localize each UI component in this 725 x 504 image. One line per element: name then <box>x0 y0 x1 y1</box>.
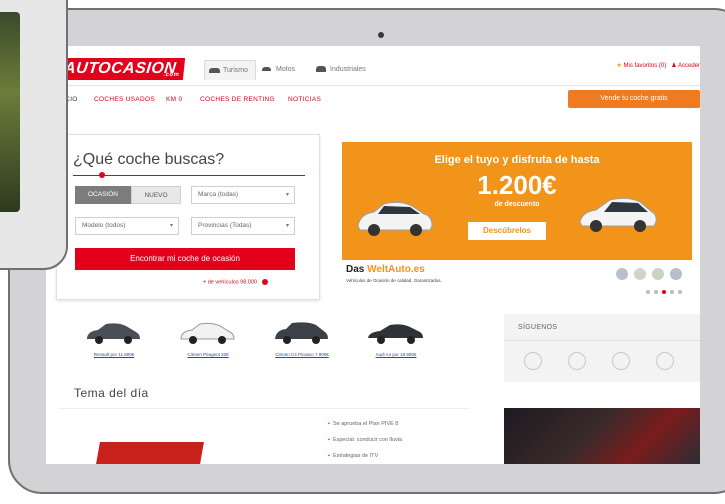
banner-brand-strip: Das WeltAuto.es Vehículos de Ocasión de … <box>342 260 692 300</box>
offers-row: Renault por 11.800€ Citroen Peugeot 208 … <box>56 316 468 368</box>
skoda-logo-icon <box>652 268 664 280</box>
banner-car-right-image <box>579 197 657 232</box>
tab-label: Motos <box>276 66 296 73</box>
banner-pager-dot[interactable] <box>646 290 650 294</box>
header-user-links: ★ Mis favoritos (0) ♟ Acceder <box>616 62 700 69</box>
offer-label[interactable]: Renault por 11.800€ <box>74 352 154 357</box>
social-title: SÍGUENOS <box>518 324 558 331</box>
chevron-down-icon: ▾ <box>285 223 289 229</box>
offer-card[interactable]: Citroen Peugeot 208 <box>168 316 248 368</box>
banner-pager-dot[interactable] <box>654 290 658 294</box>
site-header: AUTOCASION .com Turismo Motos Industrial… <box>46 46 700 86</box>
nav-item-renting[interactable]: COCHES DE RENTING <box>200 96 275 103</box>
offer-card[interactable]: Renault por 11.800€ <box>74 316 154 368</box>
province-select[interactable]: Provincias (Todas) ▾ <box>191 217 295 235</box>
model-select-value: Modelo (todos) <box>82 222 126 229</box>
promo-banner[interactable]: Elige el tuyo y disfruta de hasta 1.200€… <box>342 142 692 260</box>
car-icon <box>209 68 220 73</box>
offer-card[interactable]: Citroen C4 Picasso 7.900€ <box>262 316 342 368</box>
topic-item-label: Especial: conducir con lluvia <box>332 437 403 443</box>
main-nav: INICIO COCHES USADOS KM 0 COCHES DE RENT… <box>46 86 700 112</box>
background-tablet-photo <box>0 12 20 212</box>
nav-item-km0[interactable]: KM 0 <box>166 96 182 103</box>
find-car-button[interactable]: Encontrar mi coche de ocasión <box>75 248 295 270</box>
publish-car-button[interactable]: Vende tu coche gratis <box>568 90 700 108</box>
social-box: SÍGUENOS <box>504 314 700 382</box>
account-link[interactable]: Acceder <box>678 63 700 69</box>
tab-label: Turismo <box>223 67 249 74</box>
brand-name: Das WeltAuto.es <box>346 264 425 275</box>
chevron-down-icon: ▾ <box>169 223 173 229</box>
vehicles-count-link[interactable]: + de vehículos 98.000 <box>203 279 268 285</box>
search-card: ¿Qué coche buscas? OCASIÓN NUEVO Marca (… <box>56 134 320 300</box>
site-logo[interactable]: AUTOCASION .com <box>56 58 186 80</box>
offer-car-image <box>368 324 423 344</box>
tab-ocasion[interactable]: OCASIÓN <box>75 186 131 204</box>
nav-item-coches-usados[interactable]: COCHES USADOS <box>94 96 155 103</box>
logo-domain: .com <box>163 72 180 78</box>
user-icon: ♟ <box>671 63 677 69</box>
website-screen: AUTOCASION .com Turismo Motos Industrial… <box>46 46 700 464</box>
topic-item-label: Estrategias de ITV <box>332 453 379 459</box>
bullet-icon: • <box>328 421 330 427</box>
truck-icon <box>316 66 326 72</box>
brand-prefix: Das <box>346 264 368 275</box>
banner-pager-dot[interactable] <box>678 290 682 294</box>
facebook-icon[interactable] <box>612 352 630 370</box>
offer-car-image <box>180 322 235 344</box>
chevron-down-icon: ▾ <box>285 192 289 198</box>
offer-car-image <box>87 323 140 344</box>
search-title: ¿Qué coche buscas? <box>73 151 225 168</box>
background-tablet <box>0 0 68 270</box>
tab-motos[interactable]: Motos <box>258 60 310 80</box>
brand-tagline: Vehículos de Ocasión de calidad. Garanti… <box>346 278 442 283</box>
tab-label: Industriales <box>330 66 366 73</box>
twitter-icon[interactable] <box>524 352 542 370</box>
province-select-value: Provincias (Todas) <box>198 222 252 229</box>
bullet-icon: • <box>328 453 330 459</box>
tab-turismo[interactable]: Turismo <box>204 60 256 80</box>
topic-image[interactable] <box>96 442 204 464</box>
banner-car-left-image <box>357 201 433 236</box>
arrow-circle-icon <box>261 279 268 285</box>
tab-industriales[interactable]: Industriales <box>312 60 382 80</box>
audi-logo-icon <box>670 268 682 280</box>
banner-pager-dot-active[interactable] <box>662 290 666 294</box>
favorites-link[interactable]: Mis favoritos (0) <box>624 63 667 69</box>
offer-card[interactable]: Audi A4 por 18.900€ <box>356 316 436 368</box>
offer-label[interactable]: Audi A4 por 18.900€ <box>356 352 436 357</box>
banner-pager-dot[interactable] <box>670 290 674 294</box>
topic-item[interactable]: • Se aprueba el Plan PIVE 8 <box>328 421 398 427</box>
topic-item-label: Se aprueba el Plan PIVE 8 <box>332 421 399 427</box>
brand-domain: WeltAuto.es <box>367 264 425 275</box>
offer-car-image <box>275 322 328 344</box>
brand-select[interactable]: Marca (todas) ▾ <box>191 186 295 204</box>
topic-title: Tema del día <box>74 386 149 400</box>
banner-discover-button[interactable]: Descúbrelos <box>468 222 546 240</box>
title-marker-icon <box>99 172 105 178</box>
topic-item[interactable]: • Especial: conducir con lluvia <box>328 437 402 443</box>
topic-item[interactable]: • Estrategias de ITV <box>328 453 378 459</box>
stage: AUTOCASION .com Turismo Motos Industrial… <box>0 0 725 504</box>
model-select[interactable]: Modelo (todos) ▾ <box>75 217 179 235</box>
motorbike-icon <box>262 67 271 71</box>
news-photo[interactable] <box>504 408 700 464</box>
google-plus-icon[interactable] <box>568 352 586 370</box>
seat-logo-icon <box>634 268 646 280</box>
bullet-icon: • <box>328 437 330 443</box>
logo-text: AUTOCASION <box>63 60 178 77</box>
banner-headline: Elige el tuyo y disfruta de hasta <box>434 154 600 166</box>
social-divider <box>504 340 700 341</box>
title-divider <box>73 175 305 176</box>
vehicles-count-text: + de vehículos 98.000 <box>203 279 257 286</box>
nav-item-noticias[interactable]: NOTICIAS <box>288 96 321 103</box>
tab-nuevo[interactable]: NUEVO <box>131 186 181 204</box>
brand-select-value: Marca (todas) <box>198 191 239 198</box>
star-icon: ★ <box>616 63 622 69</box>
youtube-icon[interactable] <box>656 352 674 370</box>
offer-label[interactable]: Citroen C4 Picasso 7.900€ <box>262 352 342 357</box>
camera-icon <box>378 32 384 38</box>
offer-label[interactable]: Citroen Peugeot 208 <box>168 352 248 357</box>
volkswagen-logo-icon <box>616 268 628 280</box>
